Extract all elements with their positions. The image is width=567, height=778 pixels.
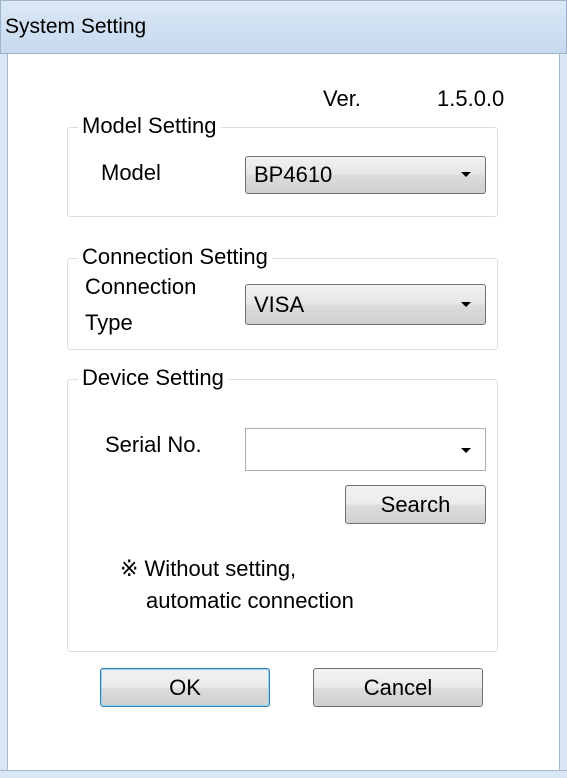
connection-type-dropdown[interactable]: VISA <box>245 284 486 325</box>
system-setting-dialog: System Setting Ver. 1.5.0.0 Model Settin… <box>0 0 567 778</box>
cancel-button[interactable]: Cancel <box>313 668 483 707</box>
model-dropdown-value: BP4610 <box>254 162 333 187</box>
window-frame-left <box>0 54 8 778</box>
search-button-label: Search <box>380 492 451 517</box>
title-bar[interactable]: System Setting <box>0 0 567 54</box>
window-frame-right <box>559 54 567 778</box>
window-frame-bottom <box>0 770 567 778</box>
cancel-button-label: Cancel <box>363 675 433 700</box>
version-label: Ver. <box>323 86 361 111</box>
device-setting-title: Device Setting <box>78 365 228 391</box>
note-line1: ※ Without setting, <box>120 556 297 581</box>
note-line2: automatic connection <box>146 588 354 613</box>
model-dropdown[interactable]: BP4610 <box>245 156 486 194</box>
connection-type-label-line2: Type <box>85 310 133 335</box>
model-setting-title: Model Setting <box>78 113 221 139</box>
connection-type-value: VISA <box>254 292 305 317</box>
dialog-content: Ver. 1.5.0.0 Model Setting Model BP4610 … <box>8 54 559 770</box>
search-button[interactable]: Search <box>345 485 486 524</box>
ok-button[interactable]: OK <box>100 668 270 707</box>
serial-no-combobox[interactable] <box>245 428 486 471</box>
chevron-down-icon <box>461 172 471 177</box>
chevron-down-icon <box>461 302 471 307</box>
version-value: 1.5.0.0 <box>437 86 505 111</box>
serial-no-label: Serial No. <box>105 432 202 457</box>
window-title: System Setting <box>5 15 147 38</box>
model-label: Model <box>101 160 161 185</box>
connection-setting-title: Connection Setting <box>78 244 272 270</box>
chevron-down-icon[interactable] <box>461 448 471 453</box>
connection-type-label-line1: Connection <box>85 274 197 299</box>
ok-button-label: OK <box>169 675 201 700</box>
